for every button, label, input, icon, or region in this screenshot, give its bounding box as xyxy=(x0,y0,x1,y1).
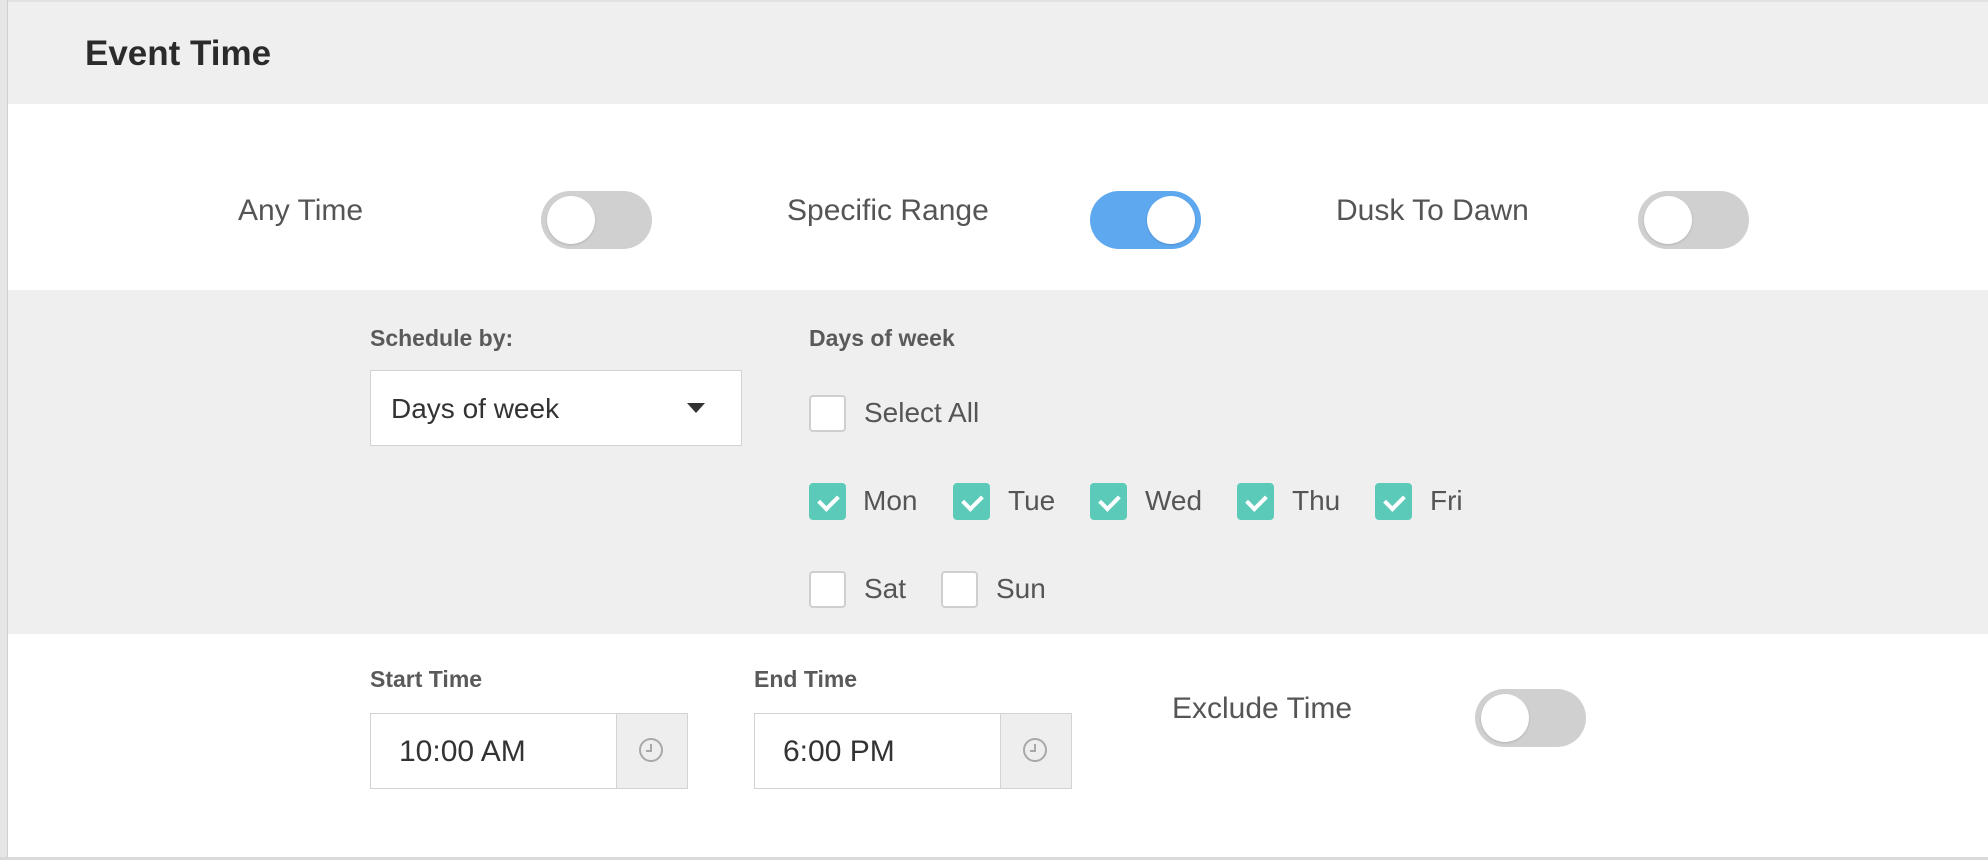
toggle-knob xyxy=(1644,196,1692,244)
event-time-panel: Event Time Any Time Specific Range Dusk … xyxy=(0,0,1988,860)
any-time-label: Any Time xyxy=(238,194,364,227)
schedule-by-value: Days of week xyxy=(391,393,560,424)
start-time-input[interactable]: 10:00 AM xyxy=(370,713,688,789)
select-all-checkbox[interactable] xyxy=(809,395,846,432)
start-time-value: 10:00 AM xyxy=(399,735,526,768)
exclude-time-toggle[interactable] xyxy=(1475,689,1586,747)
end-time-value: 6:00 PM xyxy=(783,735,895,768)
start-time-picker-button[interactable] xyxy=(616,714,687,788)
day-label-tue: Tue xyxy=(1008,485,1056,516)
day-label-fri: Fri xyxy=(1430,485,1463,516)
schedule-section: Schedule by: Days of week Days of week S… xyxy=(8,290,1988,634)
end-time-picker-button[interactable] xyxy=(1000,714,1071,788)
days-of-week-label: Days of week xyxy=(809,325,955,351)
toggle-knob xyxy=(547,196,595,244)
day-label-sat: Sat xyxy=(864,573,907,604)
checkbox-thu[interactable] xyxy=(1237,483,1274,520)
window-left-edge xyxy=(0,0,8,860)
day-label-sun: Sun xyxy=(996,573,1046,604)
checkbox-tue[interactable] xyxy=(953,483,990,520)
checkbox-fri[interactable] xyxy=(1375,483,1412,520)
schedule-by-label: Schedule by: xyxy=(370,325,514,351)
panel-title: Event Time xyxy=(85,34,272,73)
day-label-wed: Wed xyxy=(1145,485,1203,516)
toggle-knob xyxy=(1481,694,1529,742)
any-time-toggle[interactable] xyxy=(541,191,652,249)
checkbox-sat[interactable] xyxy=(809,571,846,608)
day-label-mon: Mon xyxy=(863,485,918,516)
specific-range-label: Specific Range xyxy=(787,194,989,227)
exclude-time-label: Exclude Time xyxy=(1172,692,1353,725)
checkbox-wed[interactable] xyxy=(1090,483,1127,520)
toggle-knob xyxy=(1147,196,1195,244)
clock-icon xyxy=(1023,738,1047,762)
caret-down-icon xyxy=(687,403,705,413)
time-mode-row: Any Time Specific Range Dusk To Dawn xyxy=(8,104,1988,290)
select-all-label: Select All xyxy=(864,397,980,428)
panel-header: Event Time xyxy=(8,0,1988,104)
dusk-to-dawn-toggle[interactable] xyxy=(1638,191,1749,249)
end-time-input[interactable]: 6:00 PM xyxy=(754,713,1072,789)
checkbox-mon[interactable] xyxy=(809,483,846,520)
start-time-label: Start Time xyxy=(370,666,483,692)
clock-icon xyxy=(639,738,663,762)
checkbox-sun[interactable] xyxy=(941,571,978,608)
end-time-label: End Time xyxy=(754,666,858,692)
day-label-thu: Thu xyxy=(1292,485,1341,516)
specific-range-toggle[interactable] xyxy=(1090,191,1201,249)
time-range-row: Start Time 10:00 AM End Time 6:00 PM Exc… xyxy=(8,634,1988,857)
schedule-by-select[interactable]: Days of week xyxy=(370,370,742,446)
dusk-to-dawn-label: Dusk To Dawn xyxy=(1336,194,1529,227)
